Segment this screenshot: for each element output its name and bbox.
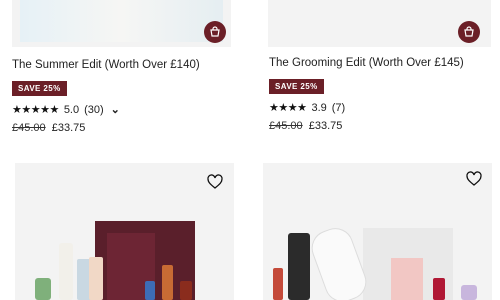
product-image-summer-edit[interactable] <box>12 0 231 47</box>
card <box>391 258 423 300</box>
rating-stars-icon: ★★★★ <box>269 102 307 114</box>
heart-icon[interactable] <box>207 174 223 190</box>
heart-icon[interactable] <box>466 171 482 187</box>
rating-stars-icon: ★★★★★ <box>12 104 59 116</box>
sale-price: £33.75 <box>51 122 86 134</box>
bottle <box>273 268 283 300</box>
product-price: £45.00 £33.75 <box>12 122 85 134</box>
bottle <box>145 281 155 300</box>
bottle <box>433 278 445 300</box>
bottle <box>59 243 73 300</box>
chevron-down-icon[interactable]: ⌄ <box>111 103 120 116</box>
product-image-grooming-edit[interactable] <box>268 0 491 47</box>
beauty-box-product-image[interactable] <box>15 163 234 300</box>
add-to-basket-button[interactable] <box>458 21 480 43</box>
basket-icon <box>210 26 220 37</box>
discount-badge: SAVE 25% <box>269 79 324 94</box>
bottle <box>35 278 51 300</box>
bridesmaid-box-product-image[interactable] <box>263 163 492 300</box>
rating-value: 3.9 <box>311 101 327 114</box>
bottle <box>180 281 192 300</box>
original-price: £45.00 <box>269 120 303 132</box>
product-rating[interactable]: ★★★★★ 5.0 (30) ⌄ <box>12 103 120 117</box>
bottle <box>461 285 477 300</box>
review-count: (7) <box>331 101 346 114</box>
bottle <box>288 233 310 300</box>
bottle <box>162 265 173 300</box>
original-price: £45.00 <box>12 122 46 134</box>
bottle <box>89 257 103 300</box>
review-count: (30) <box>84 103 104 116</box>
add-to-basket-button[interactable] <box>204 21 226 43</box>
basket-icon <box>464 26 474 37</box>
rating-value: 5.0 <box>63 103 80 116</box>
sale-price: £33.75 <box>308 120 343 132</box>
eye-mask <box>306 223 372 300</box>
product-title[interactable]: The Summer Edit (Worth Over £140) <box>12 59 200 71</box>
discount-badge: SAVE 25% <box>12 81 67 96</box>
product-title[interactable]: The Grooming Edit (Worth Over £145) <box>269 57 464 69</box>
product-rating[interactable]: ★★★★ 3.9 (7) <box>269 101 346 115</box>
product-price: £45.00 £33.75 <box>269 120 342 132</box>
